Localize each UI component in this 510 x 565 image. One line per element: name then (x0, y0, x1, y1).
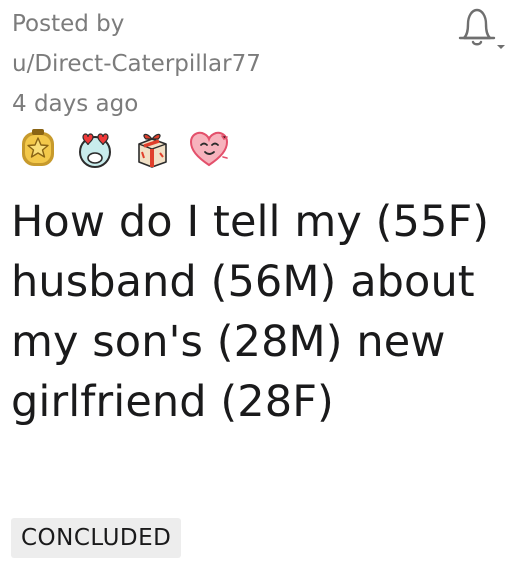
heart-eyes-icon[interactable] (73, 127, 117, 171)
post-age: 4 days ago (12, 91, 139, 117)
post-title[interactable]: How do I tell my (55F) husband (56M) abo… (11, 192, 503, 432)
bell-icon[interactable] (448, 2, 506, 54)
awards-row (16, 126, 231, 172)
post-meta: Posted by u/Direct-Caterpillar77 4 days … (12, 4, 261, 124)
posted-by-label: Posted by (12, 11, 125, 37)
author-link[interactable]: u/Direct-Caterpillar77 (12, 44, 261, 84)
post-flair-badge[interactable]: CONCLUDED (11, 518, 182, 558)
medal-icon[interactable] (16, 127, 60, 171)
heart-face-icon[interactable] (187, 127, 231, 171)
flair-label: CONCLUDED (21, 525, 172, 551)
gift-icon[interactable] (130, 127, 174, 171)
